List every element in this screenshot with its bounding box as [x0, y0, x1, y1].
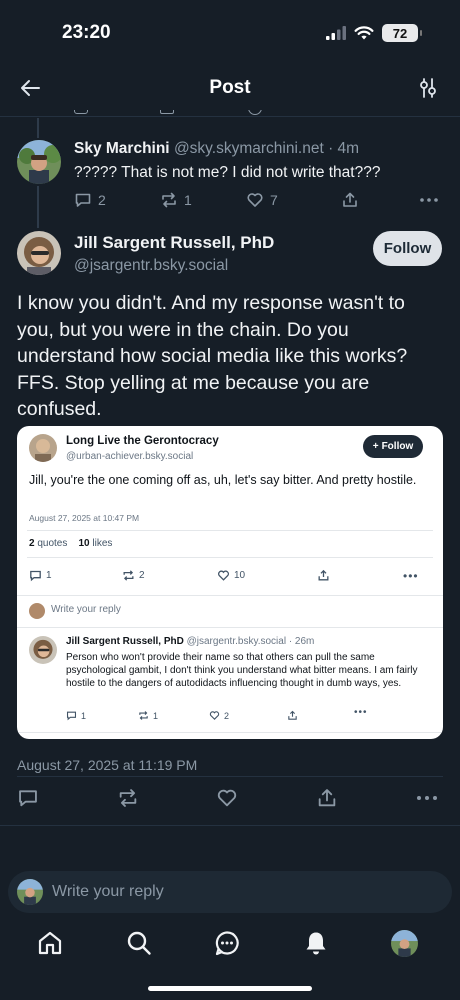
embedded-reply-likes: 2	[209, 710, 229, 721]
nav-search[interactable]	[126, 930, 152, 956]
author-handle[interactable]: @jsargentr.bsky.social	[74, 257, 228, 275]
home-icon	[38, 931, 62, 955]
previous-post-actions	[60, 110, 460, 120]
share-button[interactable]	[316, 787, 338, 809]
share-icon	[343, 192, 357, 207]
page-title: Post	[209, 77, 251, 98]
embedded-screenshot[interactable]: Long Live the Gerontocracy @urban-achiev…	[17, 426, 443, 739]
more-button[interactable]	[415, 787, 439, 809]
embedded-post-text: Jill, you're the one coming off as, uh, …	[29, 473, 417, 487]
nav-chat[interactable]	[214, 930, 240, 956]
share-icon	[318, 789, 336, 807]
reply-post-text: ????? That is not me? I did not write th…	[74, 164, 381, 181]
post-time: · 4m	[328, 140, 360, 157]
embedded-author-name: Long Live the Gerontocracy	[66, 435, 219, 447]
avatar[interactable]	[17, 140, 61, 184]
embedded-reply-placeholder: Write your reply	[51, 604, 121, 615]
embedded-reply-text: Person who won't provide their name so t…	[66, 652, 418, 689]
embedded-reply-replies: 1	[66, 710, 86, 721]
bell-icon	[306, 932, 326, 955]
search-icon	[127, 931, 151, 955]
wifi-icon	[354, 25, 374, 39]
more-icon	[420, 198, 438, 202]
embedded-like-count: 10	[217, 569, 245, 582]
avatar	[29, 434, 57, 462]
like-icon	[217, 789, 237, 807]
settings-sliders-icon	[420, 78, 436, 98]
avatar	[29, 603, 45, 619]
nav-notifications[interactable]	[303, 930, 329, 956]
embedded-reply-header: Jill Sargent Russell, PhD @jsargentr.bsk…	[66, 636, 315, 647]
nav-home[interactable]	[37, 930, 63, 956]
thread-connector	[37, 186, 39, 228]
reply-placeholder[interactable]: Write your reply	[52, 883, 164, 901]
embedded-follow-button: + Follow	[363, 435, 423, 458]
repost-button[interactable]	[117, 787, 139, 809]
post-timestamp: August 27, 2025 at 11:19 PM	[17, 757, 198, 773]
more-icon	[417, 796, 437, 800]
reply-post-header: Sky Marchini @sky.skymarchini.net · 4m	[74, 140, 359, 158]
author-handle[interactable]: @sky.skymarchini.net	[174, 140, 324, 157]
status-time: 23:20	[62, 22, 111, 43]
like-button[interactable]	[216, 787, 238, 809]
reply-icon	[75, 193, 91, 207]
like-icon	[247, 193, 263, 207]
repost-icon	[119, 789, 137, 807]
embedded-reply-count: 1	[29, 569, 52, 582]
follow-button[interactable]: Follow	[373, 231, 442, 266]
divider	[17, 776, 443, 777]
reply-icon	[19, 790, 37, 807]
embedded-more-icon: •••	[403, 569, 419, 583]
nav-profile[interactable]	[391, 930, 418, 957]
reply-button[interactable]	[17, 787, 39, 809]
signal-icon	[326, 26, 346, 40]
status-icons: 72	[326, 24, 422, 42]
author-name[interactable]: Sky Marchini	[74, 140, 170, 157]
thread-connector	[37, 118, 39, 138]
avatar	[391, 930, 418, 957]
repost-button[interactable]: 1	[160, 191, 192, 209]
embedded-author-handle: @urban-achiever.bsky.social	[66, 451, 194, 462]
reply-composer[interactable]: Write your reply	[8, 871, 452, 913]
avatar	[29, 636, 57, 664]
chat-icon	[215, 931, 239, 956]
share-button[interactable]	[341, 191, 359, 209]
battery-indicator: 72	[382, 24, 422, 42]
embedded-timestamp: August 27, 2025 at 10:47 PM	[29, 513, 140, 523]
post-text: I know you didn't. And my response wasn'…	[17, 292, 408, 420]
divider	[0, 825, 460, 826]
embedded-share-icon	[317, 569, 330, 582]
author-name[interactable]: Jill Sargent Russell, PhD	[74, 233, 274, 253]
reply-button[interactable]: 2	[74, 191, 106, 209]
embedded-repost-count: 2	[122, 569, 145, 582]
embedded-reply-more-icon: •••	[354, 707, 368, 718]
like-button[interactable]: 7	[246, 191, 278, 209]
embedded-stats: 2 quotes 10 likes	[29, 538, 113, 549]
home-indicator	[148, 986, 312, 991]
more-button[interactable]	[419, 191, 439, 209]
embedded-reply-share-icon	[287, 710, 298, 721]
thread-settings-button[interactable]	[418, 77, 438, 99]
embedded-reply-reposts: 1	[138, 710, 158, 721]
avatar[interactable]	[17, 231, 61, 275]
avatar	[17, 879, 43, 905]
repost-icon	[162, 192, 176, 208]
